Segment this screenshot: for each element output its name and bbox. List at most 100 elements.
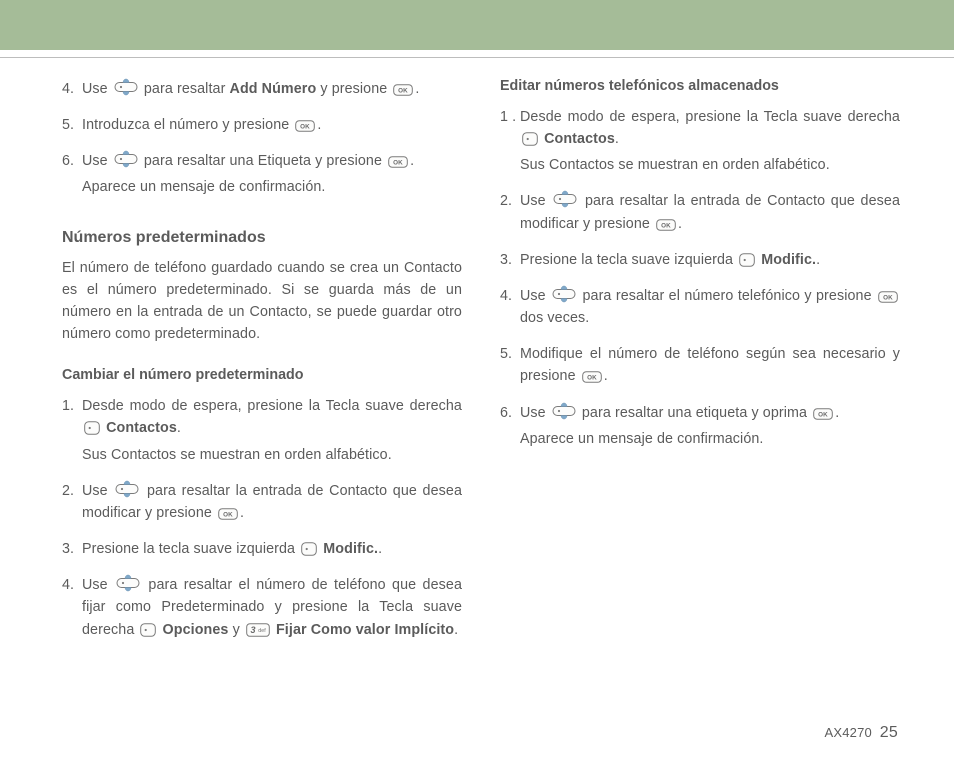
softkey-icon bbox=[140, 623, 156, 637]
text: Presione la tecla suave izquierda bbox=[520, 252, 737, 268]
text: . bbox=[835, 405, 839, 421]
ok-key-icon bbox=[656, 219, 676, 231]
softkey-icon bbox=[301, 542, 317, 556]
nav-key-icon bbox=[114, 150, 138, 168]
text: para resaltar bbox=[144, 81, 230, 97]
steps-edit-numbers: 1 . Desde modo de espera, presione la Te… bbox=[500, 106, 900, 450]
step-number: 1 . bbox=[500, 106, 520, 176]
step-number: 6. bbox=[500, 402, 520, 450]
bold-text: Modific. bbox=[323, 541, 378, 557]
step-number: 5. bbox=[62, 114, 82, 136]
list-item: 2. Use para resaltar la entrada de Conta… bbox=[500, 190, 900, 234]
steps-change-default: 1. Desde modo de espera, presione la Tec… bbox=[62, 395, 462, 640]
text: . bbox=[240, 505, 244, 521]
nav-key-icon bbox=[116, 574, 140, 592]
nav-key-icon bbox=[552, 402, 576, 420]
text: Use bbox=[82, 153, 112, 169]
text: Presione la tecla suave izquierda bbox=[82, 541, 299, 557]
section-heading: Números predeterminados bbox=[62, 229, 462, 247]
nav-key-icon bbox=[114, 78, 138, 96]
ok-key-icon bbox=[878, 291, 898, 303]
page: 4. Use para resaltar Add Número y presio… bbox=[0, 0, 954, 764]
list-item: 1. Desde modo de espera, presione la Tec… bbox=[62, 395, 462, 465]
nav-key-icon bbox=[553, 190, 577, 208]
list-item: 5. Introduzca el número y presione . bbox=[62, 114, 462, 136]
softkey-icon bbox=[739, 253, 755, 267]
text: para resaltar una etiqueta y oprima bbox=[582, 405, 811, 421]
bold-text: Fijar Como valor Implícito bbox=[276, 622, 454, 638]
ok-key-icon bbox=[218, 508, 238, 520]
column-left: 4. Use para resaltar Add Número y presio… bbox=[62, 78, 462, 655]
nav-key-icon bbox=[115, 480, 139, 498]
text: . bbox=[317, 117, 321, 133]
text: . bbox=[177, 420, 181, 436]
subsection-heading: Cambiar el número predeterminado bbox=[62, 367, 462, 383]
ok-key-icon bbox=[813, 408, 833, 420]
bold-text: Add Número bbox=[230, 81, 317, 97]
list-item: 4. Use para resaltar el número telefónic… bbox=[500, 285, 900, 329]
paragraph: El número de teléfono guardado cuando se… bbox=[62, 257, 462, 346]
text: Desde modo de espera, presione la Tecla … bbox=[520, 109, 900, 125]
nav-key-icon bbox=[552, 285, 576, 303]
text: Use bbox=[520, 288, 550, 304]
page-number: 25 bbox=[880, 724, 898, 741]
text: Sus Contactos se muestran en orden alfab… bbox=[520, 154, 900, 176]
list-item: 3. Presione la tecla suave izquierda Mod… bbox=[500, 249, 900, 271]
bold-text: Contactos bbox=[106, 420, 177, 436]
divider bbox=[0, 57, 954, 58]
bold-text: Contactos bbox=[544, 131, 615, 147]
text: Modifique el número de teléfono según se… bbox=[520, 346, 900, 384]
step-number: 2. bbox=[62, 480, 82, 524]
text: . bbox=[604, 368, 608, 384]
text: . bbox=[816, 252, 820, 268]
model-label: AX4270 bbox=[825, 725, 872, 740]
text: Aparece un mensaje de confirmación. bbox=[520, 428, 900, 450]
column-right: Editar números telefónicos almacenados 1… bbox=[500, 78, 900, 655]
step-number: 2. bbox=[500, 190, 520, 234]
step-number: 4. bbox=[500, 285, 520, 329]
text: Introduzca el número y presione bbox=[82, 117, 293, 133]
list-item: 5. Modifique el número de teléfono según… bbox=[500, 343, 900, 387]
list-item: 6. Use para resaltar una Etiqueta y pres… bbox=[62, 150, 462, 198]
subsection-heading: Editar números telefónicos almacenados bbox=[500, 78, 900, 94]
list-item: 4. Use para resaltar Add Número y presio… bbox=[62, 78, 462, 100]
text: . bbox=[378, 541, 382, 557]
text: . bbox=[454, 622, 458, 638]
text: . bbox=[615, 131, 619, 147]
step-number: 4. bbox=[62, 78, 82, 100]
text: Use bbox=[82, 577, 114, 593]
list-item: 6. Use para resaltar una etiqueta y opri… bbox=[500, 402, 900, 450]
ok-key-icon bbox=[393, 84, 413, 96]
softkey-icon bbox=[522, 132, 538, 146]
step-number: 6. bbox=[62, 150, 82, 198]
text: Desde modo de espera, presione la Tecla … bbox=[82, 398, 462, 414]
list-item: 4. Use para resaltar el número de teléfo… bbox=[62, 574, 462, 640]
header-bar bbox=[0, 0, 954, 50]
text: Use bbox=[520, 405, 550, 421]
step-number: 1. bbox=[62, 395, 82, 465]
content: 4. Use para resaltar Add Número y presio… bbox=[0, 78, 954, 655]
text: para resaltar el número telefónico y pre… bbox=[582, 288, 876, 304]
text: Use bbox=[520, 193, 551, 209]
bold-text: Opciones bbox=[163, 622, 229, 638]
step-number: 3. bbox=[62, 538, 82, 560]
text: y bbox=[233, 622, 244, 638]
text: Use bbox=[82, 483, 113, 499]
text: . bbox=[678, 216, 682, 232]
step-number: 3. bbox=[500, 249, 520, 271]
list-item: 1 . Desde modo de espera, presione la Te… bbox=[500, 106, 900, 176]
ok-key-icon bbox=[582, 371, 602, 383]
text: Aparece un mensaje de confirmación. bbox=[82, 176, 462, 198]
steps-continued: 4. Use para resaltar Add Número y presio… bbox=[62, 78, 462, 199]
list-item: 3. Presione la tecla suave izquierda Mod… bbox=[62, 538, 462, 560]
list-item: 2. Use para resaltar la entrada de Conta… bbox=[62, 480, 462, 524]
text: Use bbox=[82, 81, 112, 97]
page-footer: AX4270 25 bbox=[825, 724, 898, 742]
ok-key-icon bbox=[295, 120, 315, 132]
ok-key-icon bbox=[388, 156, 408, 168]
text: y presione bbox=[320, 81, 391, 97]
softkey-icon bbox=[84, 421, 100, 435]
text: para resaltar una Etiqueta y presione bbox=[144, 153, 386, 169]
text: . bbox=[415, 81, 419, 97]
text: Sus Contactos se muestran en orden alfab… bbox=[82, 444, 462, 466]
